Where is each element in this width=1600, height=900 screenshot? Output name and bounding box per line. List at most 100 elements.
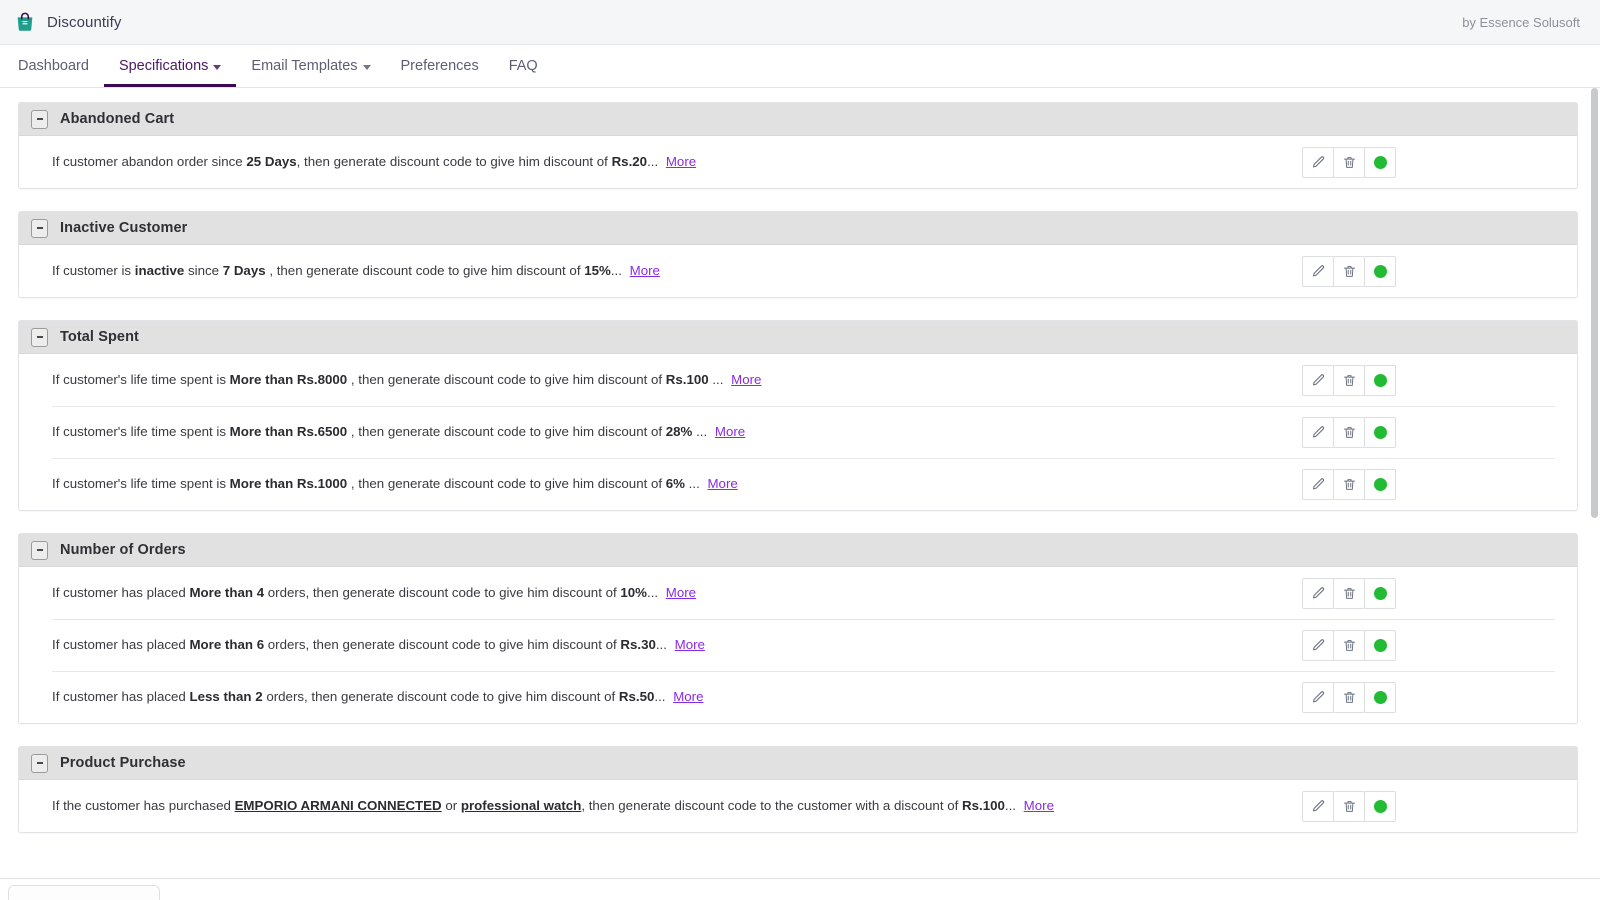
minus-collapse-icon[interactable] [31,327,48,347]
nav-item-dashboard[interactable]: Dashboard [18,45,104,87]
scrollbar-thumb[interactable] [1591,88,1598,518]
card-header: Number of Orders [19,534,1577,567]
more-link[interactable]: More [731,372,761,387]
status-toggle-button[interactable] [1364,577,1396,609]
more-link[interactable]: More [675,637,705,652]
rule-text-part: ... [708,371,728,387]
row-actions [1302,629,1396,661]
trash-icon [1342,586,1357,601]
rule-row: If customer has placed Less than 2 order… [19,671,1577,723]
status-dot-icon [1373,264,1387,278]
specifications-page: Abandoned Cart If customer abandon order … [0,88,1600,900]
edit-button[interactable] [1302,790,1334,822]
rule-text-part: or [441,797,461,813]
delete-button[interactable] [1333,790,1365,822]
edit-button[interactable] [1302,629,1334,661]
rule-text-part: 25 Days [246,153,297,169]
delete-button[interactable] [1333,146,1365,178]
status-toggle-button[interactable] [1364,416,1396,448]
rule-text-part: 28% [665,423,693,439]
product-link[interactable]: EMPORIO ARMANI CONNECTED [235,798,442,813]
more-link[interactable]: More [630,263,660,278]
row-actions [1302,577,1396,609]
edit-button[interactable] [1302,416,1334,448]
rule-text-part: Rs.50 [618,688,655,704]
nav-item-email-templates[interactable]: Email Templates [236,45,385,87]
sections-container: Abandoned Cart If customer abandon order … [18,102,1578,833]
delete-button[interactable] [1333,468,1365,500]
status-dot-icon [1373,586,1387,600]
vendor-byline: by Essence Solusoft [1462,14,1580,30]
rule-description: If customer abandon order since 25 Days,… [52,153,1302,172]
nav-item-specifications[interactable]: Specifications [103,45,237,87]
more-link[interactable]: More [707,476,737,491]
minus-collapse-icon[interactable] [31,218,48,238]
status-toggle-button[interactable] [1364,364,1396,396]
card-title: Product Purchase [60,755,186,771]
status-toggle-button[interactable] [1364,468,1396,500]
delete-button[interactable] [1333,629,1365,661]
more-link[interactable]: More [673,689,703,704]
product-link[interactable]: professional watch [461,798,581,813]
edit-button[interactable] [1302,255,1334,287]
status-toggle-button[interactable] [1364,629,1396,661]
card-body: If customer has placed More than 4 order… [19,567,1577,723]
pencil-icon [1311,425,1326,440]
rule-text-part: , then generate discount code to give hi… [347,475,666,491]
rule-description: If the customer has purchased EMPORIO AR… [52,797,1302,816]
trash-icon [1342,799,1357,814]
delete-button[interactable] [1333,416,1365,448]
minus-collapse-icon[interactable] [31,540,48,560]
minus-collapse-icon[interactable] [31,753,48,773]
ghost-browser-tab [8,885,160,900]
delete-button[interactable] [1333,364,1365,396]
status-dot-icon [1373,690,1387,704]
rule-text-part: More than Rs.6500 [229,423,348,439]
rule-text-part: If customer's life time spent is [52,475,230,491]
rule-row: If customer abandon order since 25 Days,… [19,136,1577,188]
delete-button[interactable] [1333,681,1365,713]
rule-row: If customer has placed More than 4 order… [19,567,1577,619]
pencil-icon [1311,586,1326,601]
status-toggle-button[interactable] [1364,681,1396,713]
rule-description: If customer's life time spent is More th… [52,371,1302,390]
trash-icon [1342,373,1357,388]
edit-button[interactable] [1302,468,1334,500]
more-link[interactable]: More [666,585,696,600]
app-brand: Discountify [14,11,121,33]
nav-item-faq[interactable]: FAQ [494,45,553,87]
rule-text-part: since [184,262,223,278]
delete-button[interactable] [1333,577,1365,609]
more-link[interactable]: More [1024,798,1054,813]
status-dot-icon [1373,477,1387,491]
nav-item-preferences[interactable]: Preferences [386,45,494,87]
row-actions [1302,255,1396,287]
rule-row: If customer's life time spent is More th… [19,458,1577,510]
more-link[interactable]: More [715,424,745,439]
rule-text-part: If customer's life time spent is [52,371,230,387]
trash-icon [1342,155,1357,170]
status-toggle-button[interactable] [1364,146,1396,178]
rule-text-part: ... [610,262,626,278]
edit-button[interactable] [1302,364,1334,396]
spec-card: Product Purchase If the customer has purc… [18,746,1578,833]
rule-description: If customer's life time spent is More th… [52,423,1302,442]
page-scrollbar[interactable] [1591,88,1598,900]
status-toggle-button[interactable] [1364,790,1396,822]
edit-button[interactable] [1302,681,1334,713]
delete-button[interactable] [1333,255,1365,287]
card-body: If customer is inactive since 7 Days , t… [19,245,1577,297]
minus-collapse-icon[interactable] [31,109,48,129]
more-link[interactable]: More [666,154,696,169]
edit-button[interactable] [1302,146,1334,178]
rule-text-part: Rs.100 [665,371,709,387]
rule-text-part: Rs.30 [620,636,656,652]
rule-text-part: If customer has placed [52,636,190,652]
nav-item-label: Preferences [400,58,479,74]
rule-text-part: Rs.100 [962,797,1005,813]
edit-button[interactable] [1302,577,1334,609]
status-toggle-button[interactable] [1364,255,1396,287]
rule-row: If customer's life time spent is More th… [19,354,1577,406]
spec-card: Inactive Customer If customer is inactive… [18,211,1578,298]
rule-row: If customer is inactive since 7 Days , t… [19,245,1577,297]
